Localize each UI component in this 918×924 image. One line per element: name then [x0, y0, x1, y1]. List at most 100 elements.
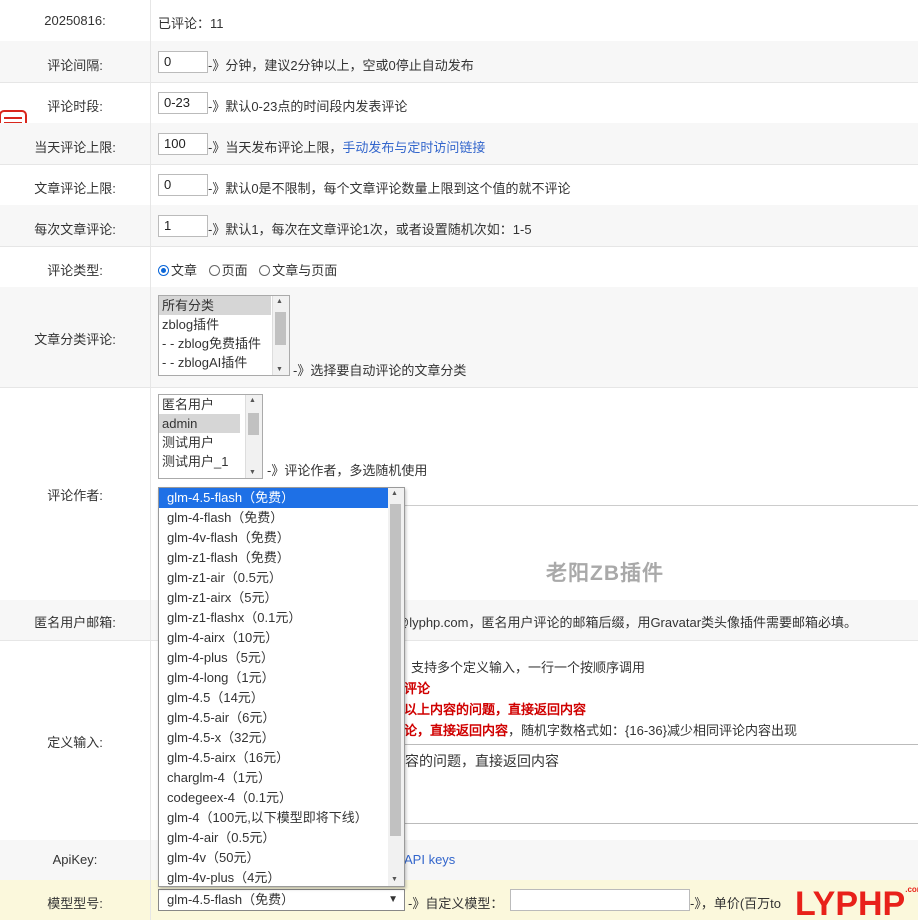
- custom-input-note-4-rest: ，随机字数格式如：{16-36}减少相同评论内容出现: [508, 723, 797, 738]
- model-dropdown-list[interactable]: glm-4.5-flash（免费） glm-4-flash（免费） glm-4v-f…: [158, 487, 405, 887]
- row-apikey: ApiKey: API keys: [0, 840, 918, 881]
- custom-input-note-1: ，支持多个定义输入，一行一个按顺序调用: [398, 660, 646, 675]
- model-option[interactable]: glm-4-long（1元）: [159, 668, 404, 688]
- radio-page-circle[interactable]: [208, 265, 220, 276]
- model-option[interactable]: glm-4-airx（10元）: [159, 628, 404, 648]
- author-scrollbar[interactable]: ▲ ▼: [245, 395, 262, 478]
- model-option[interactable]: glm-4-air（0.5元）: [159, 828, 404, 848]
- row-author: 评论作者: 匿名用户 admin 测试用户 测试用户_1 ▲ ▼ -》评论作者，…: [0, 387, 918, 601]
- category-note: -》选择要自动评论的文章分类: [293, 363, 467, 378]
- row-category: 文章分类评论: 所有分类 zblog插件 - - zblog免费插件 - - z…: [0, 287, 918, 388]
- category-listbox[interactable]: 所有分类 zblog插件 - - zblog免费插件 - - zblogAI插件…: [158, 295, 290, 376]
- interval-note: -》分钟，建议2分钟以上，空或0停止自动发布: [208, 58, 474, 73]
- row-daily-limit: 当天评论上限: 100 -》当天发布评论上限，手动发布与定时访问链接: [0, 123, 918, 165]
- model-dropdown-options: glm-4.5-flash（免费） glm-4-flash（免费） glm-4v-f…: [159, 488, 404, 886]
- model-option[interactable]: glm-4v-plus（4元）: [159, 868, 404, 886]
- model-select[interactable]: glm-4.5-flash（免费） ▼: [158, 889, 405, 911]
- model-note: -》自定义模型：: [408, 896, 504, 911]
- lyphp-logo: LYPHP.com: [795, 885, 918, 924]
- model-option[interactable]: charglm-4（1元）: [159, 768, 404, 788]
- model-option[interactable]: glm-4.5（14元）: [159, 688, 404, 708]
- custom-input-textarea-text: 容的问题，直接返回内容: [405, 753, 559, 769]
- row-model: 模型型号: -》自定义模型： -》，单价(百万to: [0, 880, 918, 920]
- custom-model-input[interactable]: [510, 889, 690, 911]
- custom-input-note-2: 评论: [404, 681, 431, 696]
- type-label: 评论类型:: [47, 263, 103, 278]
- category-option[interactable]: - - zblog免费插件: [159, 334, 289, 353]
- custom-input-note-3: 以上内容的问题，直接返回内容: [404, 702, 587, 717]
- radio-page[interactable]: 页面: [208, 263, 248, 278]
- row-per-time: 每次文章评论: 1 -》默认1，每次在文章评论1次，或者设置随机次如：1-5: [0, 205, 918, 247]
- email-label: 匿名用户邮箱:: [34, 615, 116, 630]
- per-time-label: 每次文章评论:: [34, 222, 116, 237]
- post-limit-label: 文章评论上限:: [34, 181, 116, 196]
- custom-input-note-4: 论，直接返回内容，随机字数格式如：{16-36}减少相同评论内容出现: [404, 720, 797, 739]
- interval-input[interactable]: 0: [158, 51, 208, 73]
- model-option[interactable]: glm-4v-flash（免费）: [159, 528, 404, 548]
- per-time-input[interactable]: 1: [158, 215, 208, 237]
- model-option[interactable]: glm-4-plus（5元）: [159, 648, 404, 668]
- logo-text: LYPHP: [795, 885, 906, 923]
- chevron-down-icon: ▼: [388, 894, 398, 905]
- apikey-link[interactable]: API keys: [404, 852, 455, 867]
- category-option[interactable]: - - zblogAI插件: [159, 353, 289, 372]
- per-time-note: -》默认1，每次在文章评论1次，或者设置随机次如：1-5: [208, 222, 532, 237]
- row-date: 20250816: 已评论：11: [0, 0, 918, 42]
- post-limit-note: -》默认0是不限制，每个文章评论数量上限到这个值的就不评论: [208, 181, 571, 196]
- row-custom-input: 定义输入: ，支持多个定义输入，一行一个按顺序调用 评论 以上内容的问题，直接返…: [0, 640, 918, 841]
- row-email: 匿名用户邮箱: @lyphp.com，匿名用户评论的邮箱后缀，用Gravatar…: [0, 600, 918, 641]
- radio-page-label: 页面: [221, 263, 248, 278]
- model-option[interactable]: glm-z1-air（0.5元）: [159, 568, 404, 588]
- date-label: 20250816:: [44, 13, 106, 28]
- custom-input-textarea[interactable]: 容的问题，直接返回内容: [404, 744, 918, 824]
- model-price-note: -》，单价(百万to: [690, 896, 782, 911]
- model-select-value: glm-4.5-flash（免费）: [167, 892, 295, 907]
- radio-both[interactable]: 文章与页面: [259, 263, 337, 278]
- watermark: 老阳ZB插件: [546, 562, 664, 585]
- model-option[interactable]: glm-z1-airx（5元）: [159, 588, 404, 608]
- post-limit-input[interactable]: 0: [158, 174, 208, 196]
- row-post-limit: 文章评论上限: 0 -》默认0是不限制，每个文章评论数量上限到这个值的就不评论: [0, 164, 918, 206]
- row-type: 评论类型: 文章 页面 文章与页面: [0, 246, 918, 288]
- author-listbox[interactable]: 匿名用户 admin 测试用户 测试用户_1 ▲ ▼: [158, 394, 263, 479]
- comment-count: 已评论：11: [158, 16, 224, 31]
- category-option[interactable]: 所有分类: [159, 296, 271, 315]
- custom-input-label: 定义输入:: [47, 735, 103, 750]
- email-note: @lyphp.com，匿名用户评论的邮箱后缀，用Gravatar类头像插件需要邮…: [396, 615, 858, 630]
- model-option[interactable]: glm-4.5-x（32元）: [159, 728, 404, 748]
- category-label: 文章分类评论:: [34, 332, 116, 347]
- model-option[interactable]: codegeex-4（0.1元）: [159, 788, 404, 808]
- model-option[interactable]: glm-4.5-flash（免费）: [159, 488, 404, 508]
- category-scrollbar[interactable]: ▲ ▼: [272, 296, 289, 375]
- daily-limit-note-text: -》当天发布评论上限，: [208, 140, 343, 155]
- radio-post-label: 文章: [171, 263, 198, 278]
- manual-publish-link[interactable]: 手动发布与定时访问链接: [342, 140, 485, 155]
- model-option[interactable]: glm-z1-flashx（0.1元）: [159, 608, 404, 628]
- author-option[interactable]: admin: [159, 414, 240, 433]
- radio-both-circle[interactable]: [259, 265, 271, 276]
- model-dropdown-scrollbar[interactable]: ▲ ▼: [388, 488, 404, 886]
- period-input[interactable]: 0-23: [158, 92, 208, 114]
- model-label: 模型型号:: [47, 896, 103, 911]
- author-note: -》评论作者，多选随机使用: [267, 463, 428, 478]
- daily-limit-label: 当天评论上限:: [34, 140, 116, 155]
- model-option[interactable]: glm-4-flash（免费）: [159, 508, 404, 528]
- model-option[interactable]: glm-4.5-airx（16元）: [159, 748, 404, 768]
- row-period: 评论时段: 0-23 -》默认0-23点的时间段内发表评论: [0, 82, 918, 124]
- type-options: 文章 页面 文章与页面: [158, 260, 337, 279]
- radio-post-circle[interactable]: [158, 265, 169, 276]
- radio-post[interactable]: 文章: [158, 263, 197, 278]
- model-option[interactable]: glm-z1-flash（免费）: [159, 548, 404, 568]
- apikey-label: ApiKey:: [52, 852, 98, 867]
- logo-sub: .com: [905, 885, 918, 894]
- custom-input-note-4-red: 论，直接返回内容: [404, 723, 509, 738]
- daily-limit-input[interactable]: 100: [158, 133, 208, 155]
- model-option[interactable]: glm-4.5-air（6元）: [159, 708, 404, 728]
- row-interval: 评论间隔: 0 -》分钟，建议2分钟以上，空或0停止自动发布: [0, 41, 918, 83]
- model-option[interactable]: glm-4（100元,以下模型即将下线）: [159, 808, 404, 828]
- category-option[interactable]: zblog插件: [159, 315, 289, 334]
- daily-limit-note: -》当天发布评论上限，手动发布与定时访问链接: [208, 137, 485, 156]
- author-label: 评论作者:: [47, 488, 103, 503]
- model-option[interactable]: glm-4v（50元）: [159, 848, 404, 868]
- interval-label: 评论间隔:: [47, 58, 103, 73]
